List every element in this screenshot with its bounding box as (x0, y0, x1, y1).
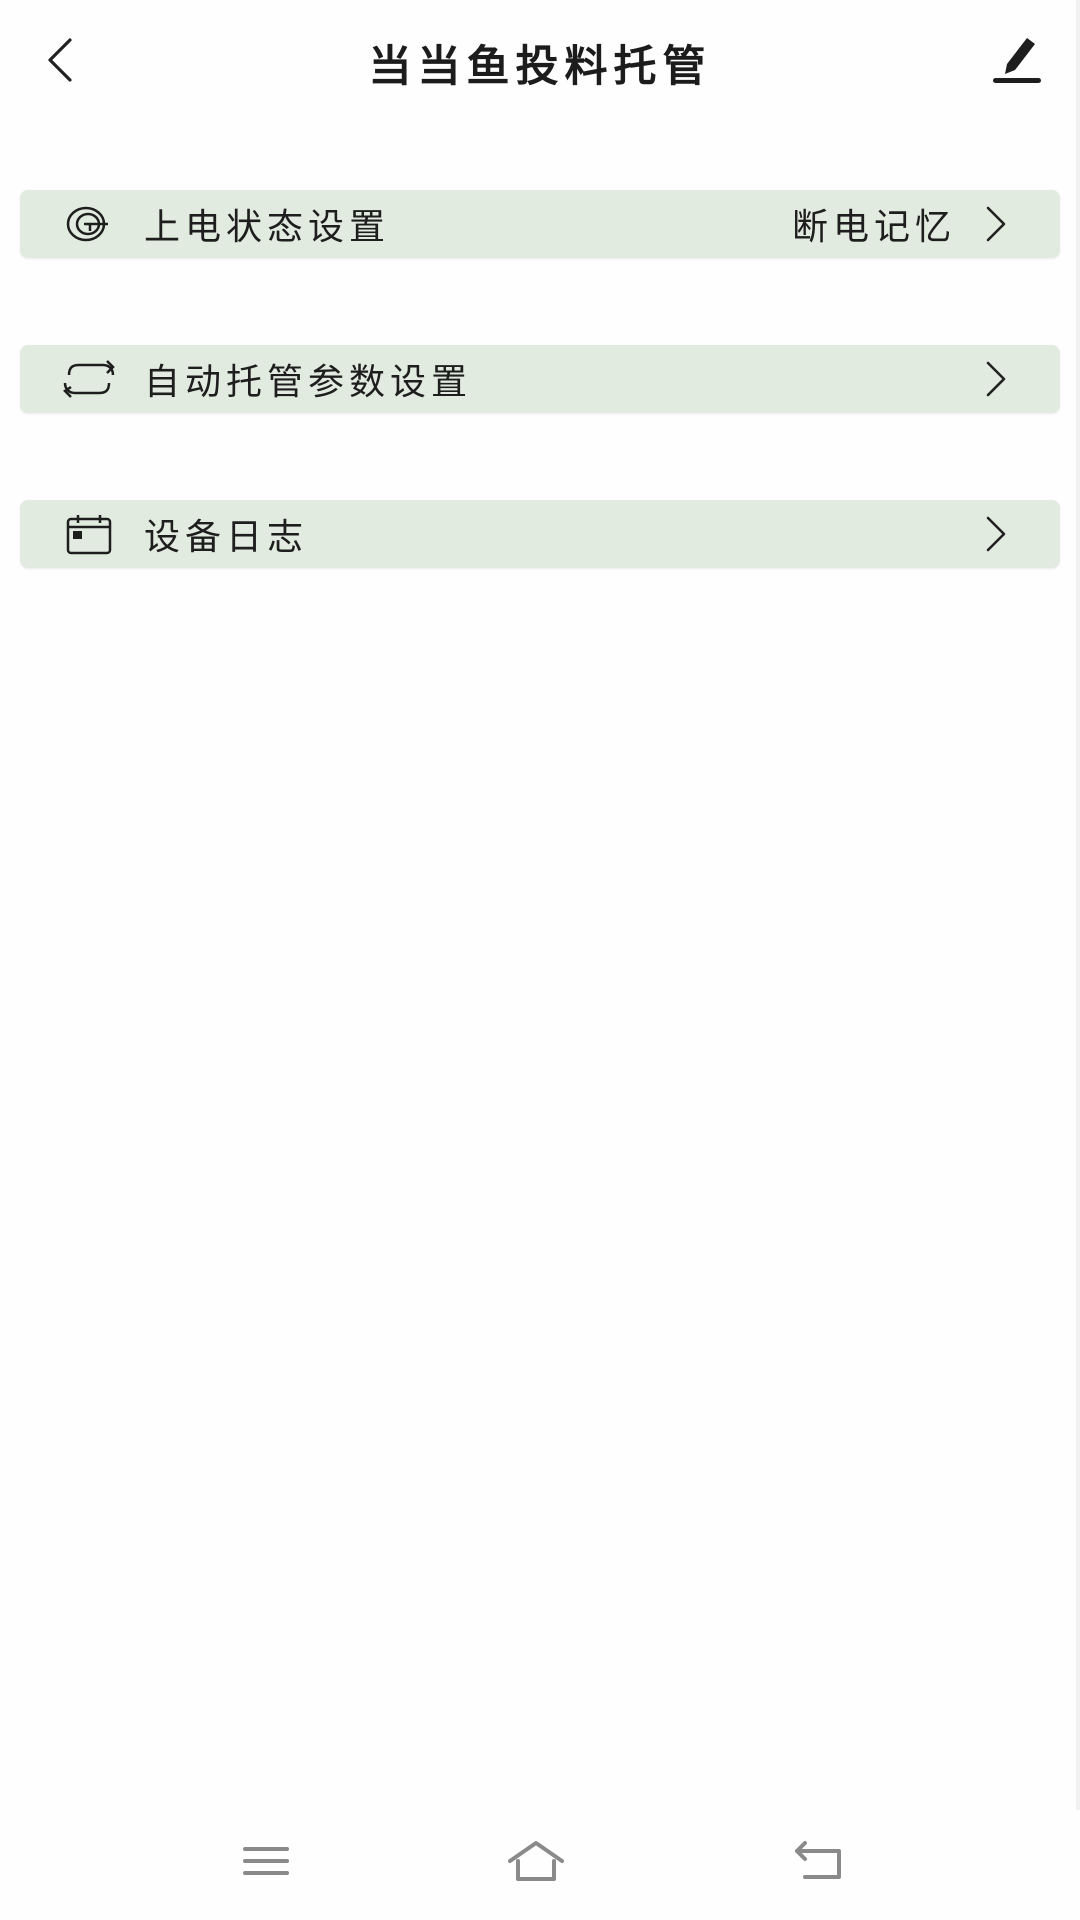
system-back-icon (795, 1841, 841, 1879)
row-device-log[interactable]: 设备日志 (20, 500, 1060, 568)
edit-button[interactable] (986, 30, 1046, 90)
row-auto-params[interactable]: 自动托管参数设置 (20, 345, 1060, 413)
power-state-icon (60, 195, 118, 253)
calendar-icon (60, 505, 118, 563)
system-back-button[interactable] (780, 1826, 860, 1896)
screen: 当当鱼投料托管 上电状态设置 断电记忆 自动托管参数设置 设备日志 (0, 0, 1080, 1920)
menu-button[interactable] (226, 1826, 306, 1896)
chevron-right-icon (976, 354, 1016, 404)
row-label: 上电状态设置 (144, 207, 391, 248)
home-icon (508, 1841, 564, 1881)
chevron-right-icon (976, 509, 1016, 559)
row-value: 断电记忆 (791, 207, 956, 248)
edge-strip (1076, 0, 1080, 1920)
page-title: 当当鱼投料托管 (368, 42, 712, 92)
menu-icon (243, 1847, 289, 1875)
top-bar: 当当鱼投料托管 (0, 0, 1080, 120)
system-nav-bar (0, 1810, 1080, 1920)
row-label: 自动托管参数设置 (144, 362, 473, 403)
home-button[interactable] (496, 1826, 576, 1896)
pen-edit-icon (993, 38, 1041, 83)
loop-arrows-icon (60, 350, 118, 408)
row-label: 设备日志 (144, 517, 309, 558)
row-power-state[interactable]: 上电状态设置 断电记忆 (20, 190, 1060, 258)
chevron-right-icon (976, 199, 1016, 249)
